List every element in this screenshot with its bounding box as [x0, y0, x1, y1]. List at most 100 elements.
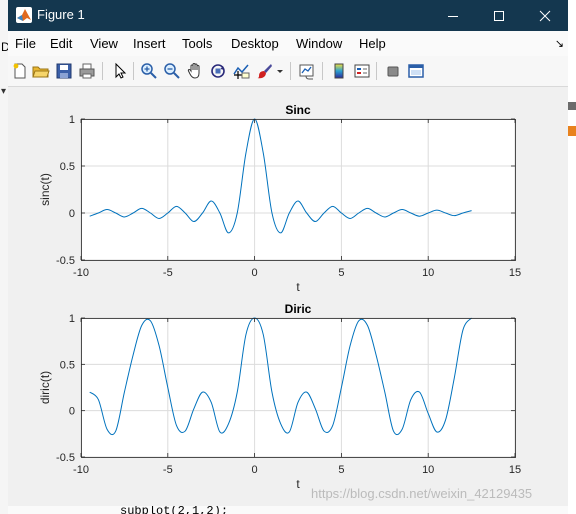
toolbar	[8, 56, 568, 87]
open-file-icon	[32, 66, 50, 78]
legend-icon	[354, 64, 370, 78]
toolbar-separator	[290, 62, 291, 80]
axes-background	[81, 318, 515, 457]
x-tick-label: 0	[252, 464, 258, 476]
background-code-line: subplot(2,1,2);	[120, 506, 229, 514]
brush-icon	[257, 64, 272, 79]
hide-plot-tools-icon	[387, 66, 399, 77]
y-tick-label: -0.5	[56, 452, 75, 464]
open-file-button[interactable]	[32, 62, 50, 80]
y-tick-label: 0.5	[60, 161, 75, 173]
x-axis-label: t	[296, 280, 300, 294]
axes-sinc: -10 -5 0 5 10 15 -0.5 0 0.5 1 Sinc t sinc(t)	[38, 103, 521, 294]
data-cursor-icon	[233, 64, 250, 79]
watermark-text: https://blog.csdn.net/weixin_42129435	[311, 486, 533, 501]
y-axis-label: sinc(t)	[38, 173, 52, 206]
figure-window: Figure 1 File Edit View Insert Tools Des…	[8, 0, 568, 506]
new-figure-button[interactable]	[11, 62, 29, 80]
x-tick-label: 5	[338, 464, 344, 476]
y-tick-label: -0.5	[56, 255, 75, 267]
link-plot-icon	[299, 64, 314, 80]
chevron-down-icon	[277, 70, 283, 73]
title-bar[interactable]: Figure 1	[8, 0, 568, 31]
menu-help[interactable]: Help	[359, 36, 386, 51]
menu-view[interactable]: View	[90, 36, 118, 51]
toolbar-separator	[133, 62, 134, 80]
minimize-icon	[448, 15, 458, 17]
menu-file[interactable]: File	[15, 36, 36, 51]
menu-edit[interactable]: Edit	[50, 36, 72, 51]
axes-diric: -10 -5 0 5 10 15 -0.5 0 0.5 1 Diric t diric(t)	[38, 302, 521, 491]
y-tick-label: 0	[69, 406, 75, 418]
menu-bar: File Edit View Insert Tools Desktop Wind…	[8, 31, 568, 56]
pointer-button[interactable]	[110, 62, 128, 80]
x-tick-label: 5	[338, 267, 344, 279]
x-tick-label: 15	[509, 267, 521, 279]
x-tick-label: -10	[73, 267, 89, 279]
colorbar-button[interactable]	[330, 62, 348, 80]
zoom-in-icon	[141, 63, 157, 79]
close-icon	[539, 10, 551, 21]
axes-title: Sinc	[285, 103, 311, 117]
axes-background	[81, 119, 515, 260]
x-tick-label: -5	[163, 267, 173, 279]
background-bar	[568, 102, 576, 110]
x-tick-label: -5	[163, 464, 173, 476]
close-button[interactable]	[522, 0, 568, 31]
pan-button[interactable]	[186, 62, 204, 80]
data-cursor-button[interactable]	[232, 62, 250, 80]
toolbar-separator	[102, 62, 103, 80]
zoom-out-button[interactable]	[163, 62, 181, 80]
pan-icon	[187, 62, 200, 79]
x-tick-label: 15	[509, 464, 521, 476]
menu-insert[interactable]: Insert	[133, 36, 166, 51]
y-tick-label: 1	[69, 313, 75, 325]
zoom-in-button[interactable]	[140, 62, 158, 80]
dock-figure-icon[interactable]: ↘	[555, 37, 564, 50]
print-button[interactable]	[78, 62, 96, 80]
background-workspace-edge	[568, 0, 576, 514]
menu-tools[interactable]: Tools	[182, 36, 212, 51]
zoom-out-icon	[164, 63, 180, 79]
rotate-3d-icon	[211, 64, 225, 78]
background-code-strip: subplot(2,1,2);	[8, 506, 568, 514]
save-icon	[56, 63, 72, 79]
maximize-button[interactable]	[476, 0, 522, 31]
rotate-3d-button[interactable]	[209, 62, 227, 80]
background-accent-bar	[568, 126, 576, 136]
link-plot-button[interactable]	[298, 62, 316, 80]
show-plot-tools-icon	[408, 64, 424, 78]
axes-title: Diric	[285, 302, 312, 316]
y-tick-label: 1	[69, 114, 75, 126]
x-tick-label: 10	[422, 464, 434, 476]
x-tick-label: 10	[422, 267, 434, 279]
matlab-logo-icon	[16, 7, 32, 23]
menu-desktop[interactable]: Desktop	[231, 36, 279, 51]
x-tick-label: -10	[73, 464, 89, 476]
print-icon	[79, 63, 95, 79]
y-axis-label: diric(t)	[38, 371, 52, 404]
window-title: Figure 1	[37, 7, 85, 22]
legend-button[interactable]	[353, 62, 371, 80]
x-tick-label: 0	[252, 267, 258, 279]
figure-canvas: -10 -5 0 5 10 15 -0.5 0 0.5 1 Sinc t sinc(t) -10 -5 0 5 1…	[8, 87, 568, 506]
hide-plot-tools-button[interactable]	[384, 62, 402, 80]
brush-button[interactable]	[256, 62, 274, 80]
maximize-icon	[494, 10, 504, 21]
brush-dropdown[interactable]	[276, 62, 284, 80]
menu-window[interactable]: Window	[296, 36, 342, 51]
show-plot-tools-button[interactable]	[407, 62, 425, 80]
toolbar-separator	[322, 62, 323, 80]
y-tick-label: 0.5	[60, 359, 75, 371]
background-editor-edge: D ▾	[0, 0, 10, 514]
minimize-button[interactable]	[430, 0, 476, 31]
pointer-icon	[115, 62, 127, 79]
x-axis-label: t	[296, 477, 300, 491]
y-tick-label: 0	[69, 208, 75, 220]
background-chevron-icon: ▾	[1, 86, 7, 97]
save-button[interactable]	[55, 62, 73, 80]
new-figure-icon	[13, 63, 26, 79]
plots-svg: -10 -5 0 5 10 15-0.500.51Sinctsinc(t)-10 -5 0 5 1…	[38, 103, 521, 491]
colorbar-icon	[334, 63, 344, 79]
toolbar-separator	[376, 62, 377, 80]
